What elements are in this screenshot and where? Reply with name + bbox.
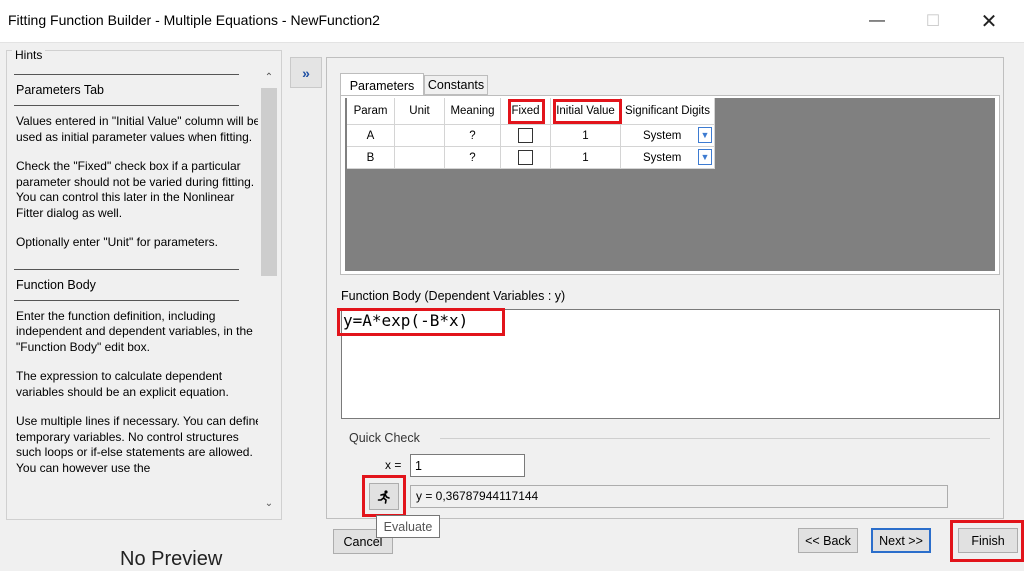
finish-button[interactable]: Finish (958, 528, 1018, 553)
close-button[interactable]: ✕ (966, 0, 1012, 42)
maximize-icon: ☐ (925, 13, 941, 30)
maximize-button[interactable]: ☐ (910, 0, 956, 42)
divider (14, 299, 239, 301)
hint-paragraph: Use multiple lines if necessary. You can… (16, 414, 258, 475)
minimize-icon: — (869, 12, 885, 29)
table-cell-unit[interactable] (395, 125, 445, 147)
hint-paragraph: Values entered in "Initial Value" column… (16, 114, 258, 144)
table-cell-param[interactable]: B (347, 147, 395, 169)
col-header-meaning: Meaning (445, 98, 501, 125)
scrollbar-thumb[interactable] (261, 88, 277, 276)
sig-digits-value: System (643, 151, 682, 164)
hints-content: Parameters Tab Values entered in "Initia… (14, 70, 258, 510)
function-body-label: Function Body (Dependent Variables : y) (341, 289, 566, 303)
next-button[interactable]: Next >> (871, 528, 931, 553)
col-header-param: Param (347, 98, 395, 125)
chevron-down-icon: ▼ (700, 130, 710, 140)
table-cell-initial-value[interactable]: 1 (551, 125, 621, 147)
quick-check-label: Quick Check (349, 431, 420, 445)
result-field: y = 0,36787944117144 (410, 485, 948, 508)
table-cell-meaning[interactable]: ? (445, 125, 501, 147)
expand-hints-button[interactable]: » (290, 57, 322, 88)
no-preview-text: No Preview (120, 548, 223, 570)
sig-digits-value: System (643, 129, 682, 142)
chevron-down-icon: ▼ (700, 152, 710, 162)
back-button[interactable]: << Back (798, 528, 858, 553)
hint-paragraph: Optionally enter "Unit" for parameters. (16, 235, 218, 249)
scroll-up-button[interactable]: ⌃ (259, 67, 279, 87)
tab-parameters[interactable]: Parameters (340, 73, 424, 97)
col-header-unit: Unit (395, 98, 445, 125)
col-header-significant-digits: Significant Digits (621, 98, 715, 125)
hint-heading: Function Body (16, 277, 96, 292)
table-cell-fixed (501, 125, 551, 147)
hint-paragraph: The expression to calculate dependent va… (16, 369, 229, 399)
col-header-initial-value: Initial Value (551, 98, 621, 125)
table-cell-param[interactable]: A (347, 125, 395, 147)
divider (14, 105, 239, 106)
window-title: Fitting Function Builder - Multiple Equa… (8, 12, 380, 28)
hint-paragraph: Check the "Fixed" check box if a particu… (16, 159, 255, 220)
close-icon: ✕ (980, 10, 998, 33)
parameter-grid: Param Unit Meaning Fixed Initial Value S… (345, 98, 995, 271)
divider (14, 268, 239, 270)
table-cell-significant-digits[interactable]: System ▼ (621, 147, 715, 169)
tab-constants[interactable]: Constants (424, 75, 488, 95)
divider (14, 74, 239, 75)
chevron-down-icon: ⌄ (264, 497, 274, 509)
minimize-button[interactable]: — (854, 0, 900, 42)
function-body-text[interactable]: y=A*exp(-B*x) (343, 311, 468, 330)
x-label: x = (385, 458, 402, 472)
dropdown-button[interactable]: ▼ (698, 127, 712, 143)
running-man-icon (377, 489, 390, 504)
table-cell-initial-value[interactable]: 1 (551, 147, 621, 169)
col-header-fixed: Fixed (501, 98, 551, 125)
double-chevron-right-icon: » (302, 64, 310, 81)
fixed-checkbox[interactable] (518, 150, 533, 165)
table-cell-meaning[interactable]: ? (445, 147, 501, 169)
x-input[interactable] (410, 454, 525, 477)
divider (440, 438, 990, 439)
table-cell-fixed (501, 147, 551, 169)
evaluate-button[interactable] (369, 483, 399, 510)
hint-paragraph: Enter the function definition, including… (16, 308, 253, 354)
chevron-up-icon: ⌃ (264, 71, 274, 83)
scroll-down-button[interactable]: ⌄ (259, 493, 279, 513)
hint-heading: Parameters Tab (16, 83, 105, 97)
table-cell-unit[interactable] (395, 147, 445, 169)
dropdown-button[interactable]: ▼ (698, 149, 712, 165)
hints-label: Hints (12, 48, 46, 62)
table-cell-significant-digits[interactable]: System ▼ (621, 125, 715, 147)
fixed-checkbox[interactable] (518, 128, 533, 143)
evaluate-tooltip: Evaluate (376, 515, 440, 538)
